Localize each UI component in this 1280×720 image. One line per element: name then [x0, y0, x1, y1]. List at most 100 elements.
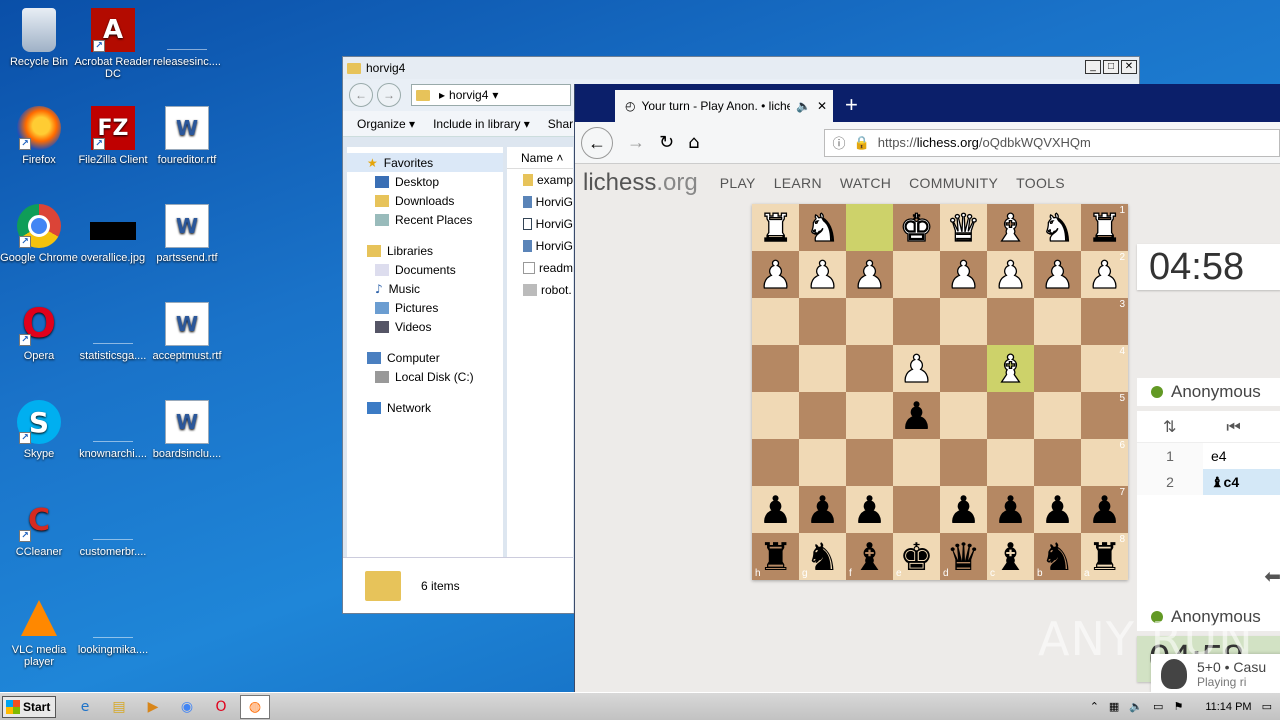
board-square[interactable]: ♟ 2	[1081, 251, 1128, 298]
speaker-icon[interactable]: 🔈	[796, 99, 811, 113]
board-square[interactable]	[799, 298, 846, 345]
nav-computer[interactable]: Computer	[347, 348, 503, 367]
lichess-logo[interactable]: lichess.org	[583, 169, 698, 197]
board-square[interactable]	[1034, 392, 1081, 439]
include-in-library-menu[interactable]: Include in library ▾	[433, 117, 530, 131]
desktop-icon-releasesinc[interactable]: releasesinc....	[148, 8, 226, 68]
network-tray-icon[interactable]: ▦	[1109, 700, 1119, 713]
nav-libraries[interactable]: Libraries	[347, 241, 503, 260]
white-pawn-icon[interactable]: ♟	[946, 255, 981, 294]
desktop-icon-recycle-bin[interactable]: Recycle Bin	[0, 8, 78, 68]
black-bishop-icon[interactable]: ♝	[993, 538, 1027, 576]
board-square[interactable]	[1034, 439, 1081, 486]
desktop-icon-acceptmust[interactable]: W acceptmust.rtf	[148, 302, 226, 362]
nav-recent-places[interactable]: Recent Places	[347, 210, 503, 229]
desktop-icon-vlc[interactable]: VLC media player	[0, 596, 78, 668]
board-square[interactable]	[752, 298, 799, 345]
file-row[interactable]: HorviG	[507, 191, 573, 213]
board-square[interactable]: ♞ b	[1034, 533, 1081, 580]
column-header-name[interactable]: Name ˄	[507, 147, 573, 169]
white-rook-icon[interactable]: ♜	[1087, 208, 1122, 247]
desktop-icon-knownarchi[interactable]: knownarchi....	[74, 400, 152, 460]
chrome-taskbar-icon[interactable]: ◉	[172, 695, 202, 719]
desktop-icon-boardsinclu[interactable]: W boardsinclu....	[148, 400, 226, 460]
forward-button[interactable]: →	[627, 132, 645, 153]
board-square[interactable]	[799, 345, 846, 392]
white-knight-icon[interactable]: ♞	[1040, 208, 1075, 247]
board-square[interactable]: ♟	[846, 251, 893, 298]
white-bishop-icon[interactable]: ♝	[993, 208, 1028, 247]
maximize-button[interactable]: □	[1103, 60, 1119, 74]
desktop-icon-customerbr[interactable]: customerbr....	[74, 498, 152, 558]
file-row[interactable]: examp	[507, 169, 573, 191]
explorer-titlebar[interactable]: horvig4 _ □ ✕	[343, 57, 1139, 79]
new-tab-button[interactable]: +	[845, 92, 858, 118]
board-square[interactable]: ♞ g	[799, 533, 846, 580]
black-king-icon[interactable]: ♚	[899, 538, 933, 576]
desktop-icon-skype[interactable]: S ↗ Skype	[0, 400, 78, 460]
ie-icon[interactable]: e	[70, 695, 100, 719]
board-square[interactable]: ♜ 1	[1081, 204, 1128, 251]
info-icon[interactable]: ⓘ	[833, 133, 846, 152]
taskbar-clock[interactable]: 11:14 PM	[1205, 701, 1251, 713]
board-square[interactable]: 4	[1081, 345, 1128, 392]
file-row[interactable]: readm	[507, 257, 573, 279]
back-button[interactable]: ←	[349, 83, 373, 107]
white-queen-icon[interactable]: ♛	[946, 208, 981, 247]
board-square[interactable]: ♝	[987, 204, 1034, 251]
board-square[interactable]: ♟	[752, 486, 799, 533]
desktop-icon-partssend[interactable]: W partssend.rtf	[148, 204, 226, 264]
file-row[interactable]: HorviG	[507, 235, 573, 257]
flip-board-icon[interactable]: ⇅	[1163, 417, 1176, 436]
volume-icon[interactable]: 🔈	[1129, 700, 1143, 713]
opera-taskbar-icon[interactable]: O	[206, 695, 236, 719]
board-square[interactable]	[846, 439, 893, 486]
board-square[interactable]	[987, 298, 1034, 345]
board-square[interactable]: ♟	[893, 392, 940, 439]
board-square[interactable]: ♟	[799, 486, 846, 533]
nav-videos[interactable]: Videos	[347, 317, 503, 336]
black-bishop-icon[interactable]: ♝	[852, 538, 886, 576]
board-square[interactable]	[846, 392, 893, 439]
board-square[interactable]	[940, 392, 987, 439]
board-square[interactable]: ♝ f	[846, 533, 893, 580]
black-queen-icon[interactable]: ♛	[946, 538, 980, 576]
home-button[interactable]: ⌂	[688, 132, 699, 153]
black-knight-icon[interactable]: ♞	[1040, 538, 1074, 576]
nav-pictures[interactable]: Pictures	[347, 298, 503, 317]
nav-network[interactable]: Network	[347, 398, 503, 417]
minimize-button[interactable]: _	[1085, 60, 1101, 74]
board-square[interactable]: ♟	[752, 251, 799, 298]
board-square[interactable]: 5	[1081, 392, 1128, 439]
chess-board[interactable]: ♜ ♞ ♚ ♛ ♝ ♞ ♜ 1 ♟ ♟ ♟ ♟ ♟ ♟ ♟ 2 3 ♟ ♝ 4 ♟ 5 6 ♟ ♟ ♟ ♟ ♟ ♟ ♟ 7 ♜ h ♞ g ♝ f ♚ e ♛…	[752, 204, 1128, 580]
board-square[interactable]: ♟	[940, 486, 987, 533]
board-square[interactable]	[846, 204, 893, 251]
board-square[interactable]: ♟	[799, 251, 846, 298]
black-pawn-icon[interactable]: ♟	[993, 491, 1027, 529]
board-square[interactable]	[940, 345, 987, 392]
board-square[interactable]	[1034, 345, 1081, 392]
board-square[interactable]	[940, 298, 987, 345]
forward-button[interactable]: →	[377, 83, 401, 107]
board-square[interactable]: ♛ d	[940, 533, 987, 580]
white-pawn-icon[interactable]: ♟	[758, 255, 793, 294]
desktop-icon-firefox[interactable]: ↗ Firefox	[0, 106, 78, 166]
white-pawn-icon[interactable]: ♟	[805, 255, 840, 294]
desktop-icon-chrome[interactable]: ↗ Google Chrome	[0, 204, 78, 264]
board-square[interactable]: ♜ h	[752, 533, 799, 580]
black-rook-icon[interactable]: ♜	[1087, 538, 1121, 576]
black-pawn-icon[interactable]: ♟	[805, 491, 839, 529]
show-desktop-icon[interactable]: ▭	[1262, 700, 1272, 713]
arrow-left-icon[interactable]: ⬅	[1264, 564, 1280, 589]
board-square[interactable]	[846, 298, 893, 345]
chevron-up-icon[interactable]: ⌃	[1090, 700, 1099, 713]
nav-watch[interactable]: WATCH	[840, 175, 891, 191]
board-square[interactable]	[752, 392, 799, 439]
media-player-icon[interactable]: ▶	[138, 695, 168, 719]
black-rook-icon[interactable]: ♜	[758, 538, 792, 576]
board-square[interactable]	[893, 298, 940, 345]
url-bar[interactable]: ⓘ 🔒 https://lichess.org/oQdbkWQVXHQm	[823, 128, 1280, 157]
first-move-icon[interactable]: ⏮	[1226, 417, 1240, 437]
address-box[interactable]: ▸ horvig4 ▾	[411, 84, 571, 106]
close-button[interactable]: ✕	[1121, 60, 1137, 74]
